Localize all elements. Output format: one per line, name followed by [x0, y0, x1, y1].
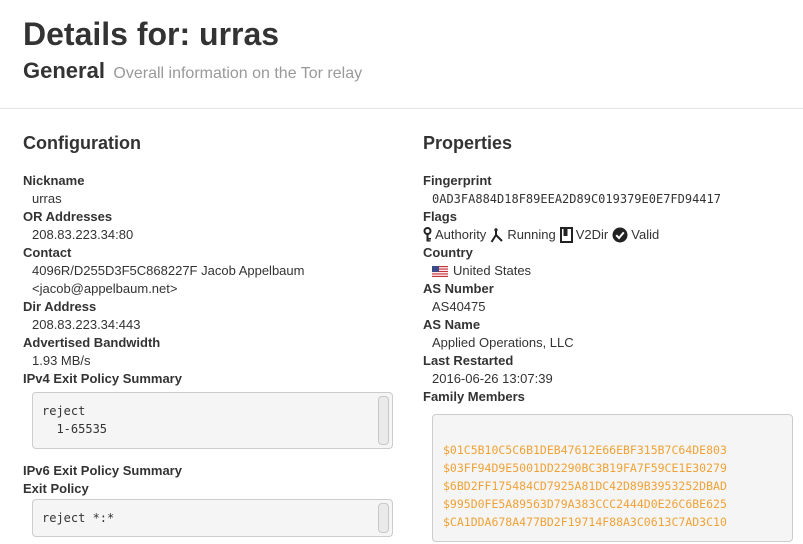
as-name-value: Applied Operations, LLC [432, 335, 574, 350]
country-label: Country [423, 245, 473, 260]
flag-label: V2Dir [575, 227, 609, 242]
flag-v2dir: V2Dir [559, 226, 609, 244]
properties-section: Properties Fingerprint 0AD3FA884D18F89EE… [423, 132, 795, 542]
ipv4-policy-label: IPv4 Exit Policy Summary [23, 371, 182, 386]
ipv4-policy-line: reject [42, 404, 86, 418]
as-number-value: AS40475 [432, 299, 486, 314]
flag-authority: Authority [423, 226, 486, 244]
dir-address-value: 208.83.223.34:443 [32, 317, 141, 332]
flag-running: Running [490, 226, 556, 244]
us-flag-icon [432, 265, 448, 277]
family-member-link[interactable]: $995D0FE5A89563D79A383CCC2444D0E26C6BE62… [443, 495, 782, 513]
flag-valid: Valid [612, 226, 659, 244]
family-members-box: $01C5B10C5C6B1DEB47612E66EBF315B7C64DE80… [432, 414, 793, 542]
exit-policy-line: reject *:* [42, 511, 115, 525]
family-member-link[interactable]: $CA1DDA678A477BD2F19714F88A3C0613C7AD3C1… [443, 513, 782, 531]
country-value: United States [423, 262, 795, 280]
exit-policy-scrollbar[interactable] [378, 503, 389, 533]
page-subtitle: General Overall information on the Tor r… [23, 58, 362, 84]
flag-label: Valid [631, 227, 660, 242]
check-circle-icon [612, 227, 628, 243]
flags-list: Authority Running V2Dir Valid [423, 226, 795, 244]
fingerprint-value: 0AD3FA884D18F89EEA2D89C019379E0E7FD94417 [432, 192, 721, 206]
exit-policy-label: Exit Policy [23, 481, 89, 496]
as-name-label: AS Name [423, 317, 481, 332]
configuration-section: Configuration Nickname urras OR Addresse… [23, 132, 395, 537]
header-divider [0, 108, 803, 109]
subtitle-description: Overall information on the Tor relay [113, 65, 363, 82]
as-number-label: AS Number [423, 281, 494, 296]
flag-label: Running [507, 227, 556, 242]
nickname-value: urras [32, 191, 62, 206]
ipv4-policy-line: 1-65535 [42, 422, 108, 436]
family-members-label: Family Members [423, 389, 525, 404]
key-icon [423, 227, 432, 242]
or-addresses-label: OR Addresses [23, 209, 113, 224]
contact-value-line1: 4096R/D255D3F5C868227F Jacob Appelbaum [32, 263, 305, 278]
subtitle-general: General [23, 58, 105, 83]
fork-icon [490, 227, 504, 243]
bandwidth-label: Advertised Bandwidth [23, 335, 161, 350]
family-member-link[interactable]: $03FF94D9E5001DD2290BC3B19FA7F59CE1E3027… [443, 459, 782, 477]
book-icon [559, 227, 573, 243]
contact-value-line2: <jacob@appelbaum.net> [32, 281, 178, 296]
ipv4-policy-scrollbar[interactable] [378, 396, 389, 445]
exit-policy-box[interactable]: reject *:* [32, 499, 393, 537]
flag-label: Authority [435, 227, 487, 242]
dir-address-label: Dir Address [23, 299, 97, 314]
flags-label: Flags [423, 209, 457, 224]
ipv6-policy-label: IPv6 Exit Policy Summary [23, 463, 182, 478]
fingerprint-label: Fingerprint [423, 173, 492, 188]
bandwidth-value: 1.93 MB/s [32, 353, 91, 368]
last-restarted-value: 2016-06-26 13:07:39 [432, 371, 553, 386]
ipv4-policy-box[interactable]: reject 1-65535 [32, 392, 393, 449]
properties-heading: Properties [423, 133, 513, 153]
family-member-link[interactable]: $6BD2FF175484CD7925A81DC42D89B3953252DBA… [443, 477, 782, 495]
page-title: Details for: urras [23, 16, 280, 52]
nickname-label: Nickname [23, 173, 85, 188]
configuration-heading: Configuration [23, 133, 141, 153]
family-member-link[interactable]: $01C5B10C5C6B1DEB47612E66EBF315B7C64DE80… [443, 441, 782, 459]
last-restarted-label: Last Restarted [423, 353, 514, 368]
contact-label: Contact [23, 245, 72, 260]
or-addresses-value: 208.83.223.34:80 [32, 227, 134, 242]
country-name: United States [453, 263, 532, 278]
